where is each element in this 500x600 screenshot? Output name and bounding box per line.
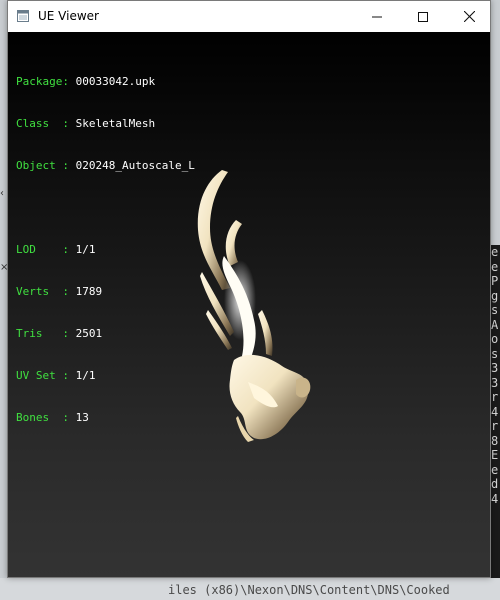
3d-viewport[interactable]: Package: 00033042.upk Class : SkeletalMe… [8, 32, 490, 577]
info-verts: Verts : 1789 [16, 285, 103, 298]
info-bones: Bones : 13 [16, 411, 89, 424]
minimize-button[interactable] [354, 1, 400, 32]
resize-cursor-marker: ‹ [0, 188, 4, 199]
info-object: Object : 020248_Autoscale_L [16, 159, 195, 172]
close-icon [463, 11, 475, 22]
skeletal-mesh-render [197, 170, 311, 442]
maximize-button[interactable] [400, 1, 446, 32]
ue-viewer-window: UE Viewer Package: 00033042.upk Class : … [7, 0, 491, 578]
maximize-icon [418, 11, 428, 22]
background-path-text: iles (x86)\Nexon\DNS\Content\DNS\Cooked [168, 583, 450, 597]
minimize-icon [372, 16, 382, 17]
info-package: Package: 00033042.upk [16, 75, 156, 88]
app-window-icon [17, 10, 29, 22]
title-bar[interactable]: UE Viewer [8, 1, 490, 32]
info-lod: LOD : 1/1 [16, 243, 96, 256]
info-class: Class : SkeletalMesh [16, 117, 156, 130]
info-uvset: UV Set : 1/1 [16, 369, 96, 382]
close-button[interactable] [446, 1, 492, 32]
info-tris: Tris : 2501 [16, 327, 103, 340]
window-title: UE Viewer [38, 9, 99, 23]
mesh-info-overlay: Package: 00033042.upk Class : SkeletalMe… [16, 47, 195, 453]
